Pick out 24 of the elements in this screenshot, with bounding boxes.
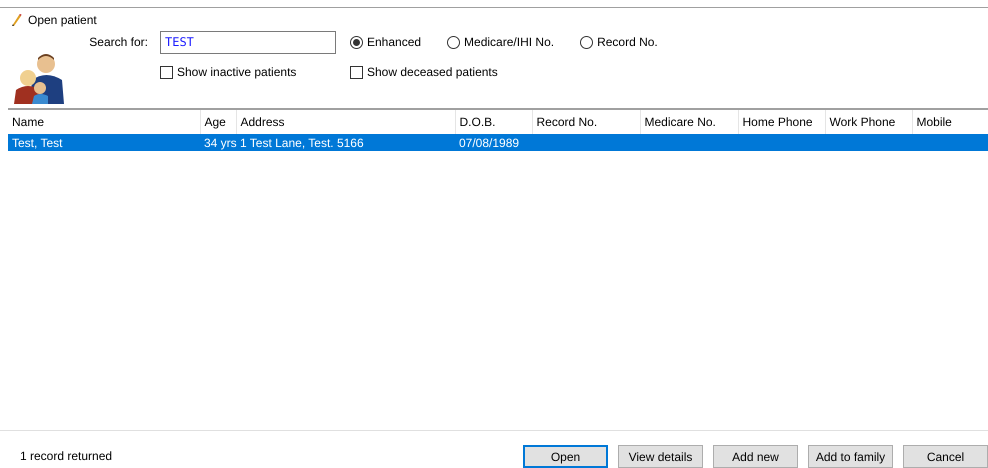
pen-icon bbox=[10, 13, 22, 27]
checkbox-label: Show inactive patients bbox=[177, 64, 296, 81]
table-cell: 34 yrs bbox=[204, 136, 237, 150]
dialog-button[interactable]: Cancel bbox=[903, 445, 988, 468]
status-text: 1 record returned bbox=[20, 448, 114, 464]
radio-button[interactable] bbox=[350, 36, 363, 48]
window-title: Open patient bbox=[28, 12, 97, 29]
checkbox[interactable] bbox=[350, 66, 363, 78]
table-cell: 07/08/1989 bbox=[459, 136, 520, 150]
radio-label: Record No. bbox=[597, 34, 658, 51]
checkbox-label: Show deceased patients bbox=[367, 64, 498, 81]
radio-button[interactable] bbox=[447, 36, 460, 48]
checkbox[interactable] bbox=[160, 66, 173, 78]
table-cell: 1 Test Lane, Test. 5166 bbox=[240, 136, 364, 150]
family-icon bbox=[14, 52, 64, 104]
radio-button[interactable] bbox=[580, 36, 594, 48]
radio-label: Medicare/IHI No. bbox=[464, 34, 554, 51]
dialog-button[interactable]: Add to family bbox=[808, 445, 893, 468]
dialog-button[interactable]: Add new bbox=[713, 445, 798, 468]
search-field[interactable]: TEST bbox=[160, 30, 336, 54]
dialog-button[interactable]: View details bbox=[618, 445, 703, 468]
search-label: Search for: bbox=[88, 34, 149, 51]
radio-label: Enhanced bbox=[367, 34, 422, 51]
dialog-button[interactable]: Open bbox=[523, 445, 608, 468]
